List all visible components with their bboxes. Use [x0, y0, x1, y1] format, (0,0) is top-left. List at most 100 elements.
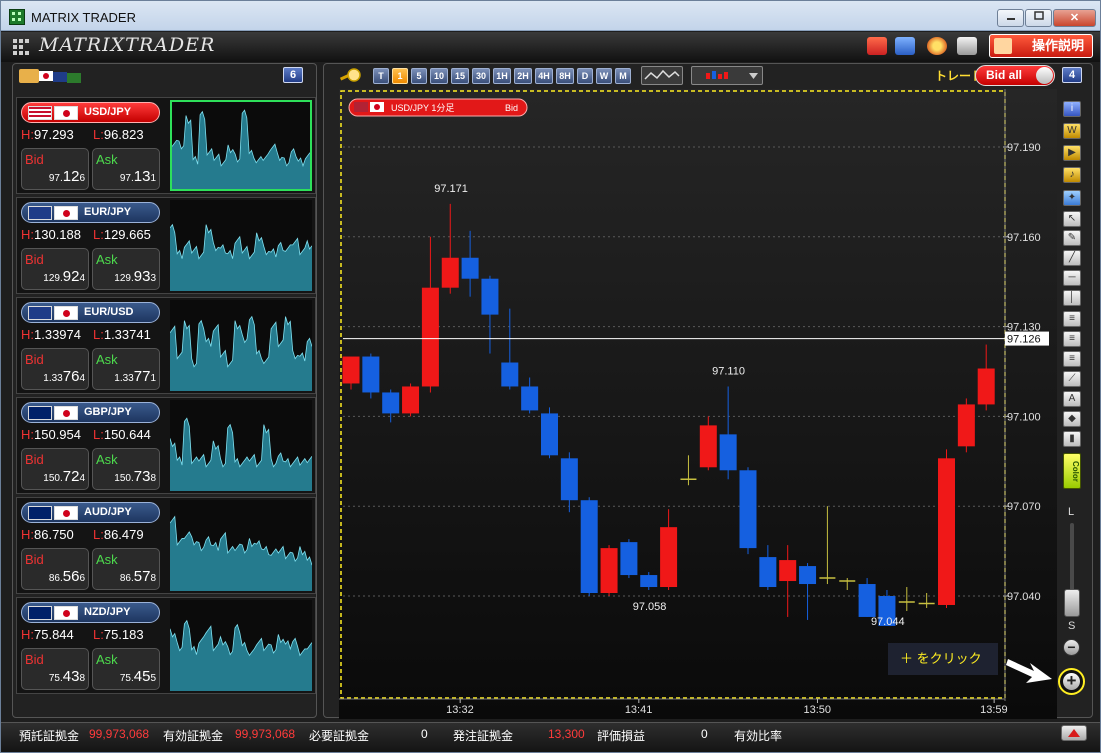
candle-body[interactable] — [382, 392, 400, 414]
timeframe-button-8h[interactable]: 8H — [556, 68, 574, 84]
sparkline-chart[interactable] — [170, 300, 312, 391]
parallel-button[interactable]: ≡ — [1063, 351, 1081, 367]
ask-button[interactable]: Ask 129.933 — [92, 248, 160, 290]
bid-button[interactable]: Bid 97.126 — [21, 148, 89, 190]
maximize-button[interactable] — [1025, 9, 1052, 27]
bid-all-toggle[interactable]: Bid all — [975, 65, 1055, 86]
text-tool-button[interactable]: A — [1063, 391, 1081, 407]
folder-icon[interactable] — [19, 69, 39, 83]
help-button[interactable]: 操作説明 — [989, 34, 1093, 58]
ask-button[interactable]: Ask 1.33771 — [92, 348, 160, 390]
ask-button[interactable]: Ask 150.738 — [92, 448, 160, 490]
print-icon[interactable] — [957, 37, 977, 55]
candle-body[interactable] — [481, 278, 499, 315]
candle-body[interactable] — [739, 470, 757, 549]
timeframe-button-2h[interactable]: 2H — [514, 68, 532, 84]
timeframe-button-d[interactable]: D — [577, 68, 593, 84]
line-chart-type-button[interactable] — [641, 66, 683, 85]
sparkline-chart[interactable] — [170, 200, 312, 291]
bell-button[interactable]: ♪ — [1063, 167, 1081, 183]
timeframe-button-1h[interactable]: 1H — [493, 68, 511, 84]
candle-body[interactable] — [957, 404, 975, 447]
close-button[interactable]: ✕ — [1053, 9, 1096, 27]
minimize-button[interactable] — [997, 9, 1024, 27]
timeframe-button-m[interactable]: M — [615, 68, 631, 84]
title-bar[interactable]: MATRIX TRADER ✕ — [1, 1, 1100, 31]
candle-body[interactable] — [640, 575, 658, 588]
timeframe-button-30[interactable]: 30 — [472, 68, 490, 84]
currency-pair-card[interactable]: GBP/JPY H:150.954 L:150.644 Bid 150.724 Ask 15… — [16, 397, 316, 494]
pair-name-badge[interactable]: AUD/JPY — [21, 502, 160, 523]
candle-body[interactable] — [560, 458, 578, 501]
timeframe-button-5[interactable]: 5 — [411, 68, 427, 84]
zoom-out-button[interactable]: − — [1063, 639, 1080, 656]
timeframe-button-4h[interactable]: 4H — [535, 68, 553, 84]
currency-pair-card[interactable]: EUR/JPY H:130.188 L:129.665 Bid 129.924 Ask 12… — [16, 197, 316, 294]
vertical-line-button[interactable]: │ — [1063, 290, 1081, 306]
candle-body[interactable] — [620, 542, 638, 576]
candle-body[interactable] — [541, 413, 558, 456]
candle-body[interactable] — [699, 425, 717, 468]
palette-icon[interactable] — [927, 37, 947, 55]
candle-body[interactable] — [600, 548, 618, 594]
fibonacci-button[interactable]: ≡ — [1063, 311, 1081, 327]
candle-body[interactable] — [521, 386, 539, 411]
candle-body[interactable] — [362, 356, 380, 393]
pen-button[interactable]: ✎ — [1063, 230, 1081, 246]
candle-body[interactable] — [799, 566, 817, 585]
horizontal-line-button[interactable]: ─ — [1063, 270, 1081, 286]
timeframe-button-t[interactable]: T — [373, 68, 389, 84]
candle-body[interactable] — [977, 368, 995, 405]
currency-pair-card[interactable]: USD/JPY H:97.293 L:96.823 Bid 97.126 Ask 97.13… — [16, 97, 316, 194]
fan-button[interactable]: ⟋ — [1063, 371, 1081, 387]
bid-button[interactable]: Bid 86.566 — [21, 548, 89, 590]
timeframe-button-10[interactable]: 10 — [430, 68, 448, 84]
candle-body[interactable] — [461, 257, 479, 279]
bid-button[interactable]: Bid 1.33764 — [21, 348, 89, 390]
bid-button[interactable]: Bid 75.438 — [21, 648, 89, 690]
timeframe-button-15[interactable]: 15 — [451, 68, 469, 84]
trendline-button[interactable]: ╱ — [1063, 250, 1081, 266]
status-up-button[interactable] — [1061, 725, 1087, 741]
candle-body[interactable] — [719, 434, 737, 471]
briefcase-icon[interactable] — [867, 37, 887, 55]
color-tool-button[interactable]: Color — [1063, 453, 1081, 489]
pair-name-badge[interactable]: NZD/JPY — [21, 602, 160, 623]
zoom-slider-thumb[interactable] — [1064, 589, 1080, 617]
chart-legend[interactable]: USD/JPY 1分足 Bid — [348, 98, 528, 117]
cursor-button[interactable]: ↖ — [1063, 211, 1081, 227]
save-icon[interactable] — [895, 37, 915, 55]
chart-flag-button[interactable]: ▶ — [1063, 145, 1081, 161]
eraser-button[interactable]: ◆ — [1063, 411, 1081, 427]
candle-body[interactable] — [938, 458, 955, 605]
indicator-button[interactable]: ✦ — [1063, 190, 1081, 206]
candle-body[interactable] — [759, 557, 777, 588]
pair-name-badge[interactable]: GBP/JPY — [21, 402, 160, 423]
candle-body[interactable] — [441, 257, 459, 288]
ask-button[interactable]: Ask 97.131 — [92, 148, 160, 190]
candle-body[interactable] — [660, 527, 678, 588]
bid-button[interactable]: Bid 129.924 — [21, 248, 89, 290]
currency-pair-card[interactable]: NZD/JPY H:75.844 L:75.183 Bid 75.438 Ask 75.45… — [16, 597, 316, 694]
currency-pair-card[interactable]: EUR/USD H:1.33974 L:1.33741 Bid 1.33764 Ask 1.… — [16, 297, 316, 394]
timeframe-button-w[interactable]: W — [596, 68, 612, 84]
chart-count-badge[interactable]: 4 — [1062, 67, 1082, 83]
sparkline-chart[interactable] — [170, 400, 312, 491]
candle-body[interactable] — [342, 356, 360, 384]
news-button[interactable]: W — [1063, 123, 1081, 139]
zoom-in-button[interactable]: + — [1058, 668, 1085, 695]
info-button[interactable]: i — [1063, 101, 1081, 117]
pair-name-badge[interactable]: EUR/JPY — [21, 202, 160, 223]
sparkline-chart[interactable] — [170, 500, 312, 591]
sparkline-chart[interactable] — [170, 100, 312, 191]
candle-body[interactable] — [580, 500, 598, 594]
candle-body[interactable] — [501, 362, 519, 387]
candle-body[interactable] — [421, 287, 439, 387]
candle-body[interactable] — [779, 560, 797, 582]
ask-button[interactable]: Ask 75.455 — [92, 648, 160, 690]
pair-count-badge[interactable]: 6 — [283, 67, 303, 83]
trash-button[interactable]: ▮ — [1063, 431, 1081, 447]
magnifier-icon[interactable] — [338, 67, 364, 85]
candle-chart-type-dropdown[interactable] — [691, 66, 763, 85]
candle-body[interactable] — [402, 386, 420, 414]
